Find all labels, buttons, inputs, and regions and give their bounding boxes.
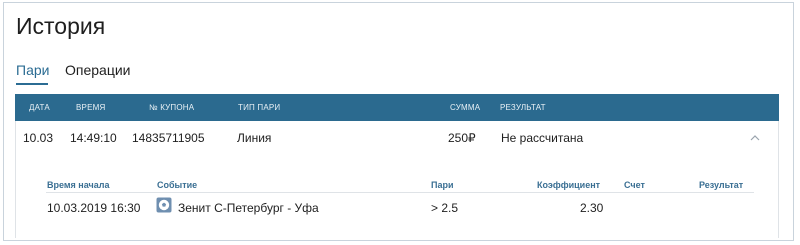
active-tab-indicator: [16, 83, 48, 85]
column-header-time[interactable]: ВРЕМЯ: [76, 103, 105, 112]
column-header-bet-type[interactable]: ТИП ПАРИ: [238, 103, 280, 112]
cell-date: 10.03: [23, 131, 54, 145]
cell-coupon: 14835711905: [132, 131, 205, 145]
chevron-up-icon[interactable]: [750, 133, 760, 143]
detail-header-odds: Коэффициент: [537, 180, 601, 190]
tab-bets[interactable]: Пари: [16, 62, 49, 78]
cell-amount: 250₽: [448, 131, 476, 145]
detail-bet: > 2.5: [431, 201, 459, 215]
detail-start-time: 10.03.2019 16:30: [47, 201, 141, 215]
column-header-result[interactable]: РЕЗУЛЬТАТ: [500, 103, 546, 112]
column-header-date[interactable]: ДАТА: [29, 103, 50, 112]
table-row[interactable]: 10.03 14:49:10 14835711905 Линия 250₽ Не…: [15, 121, 779, 238]
page-title: История: [16, 13, 106, 39]
detail-header-score: Счет: [624, 180, 645, 190]
detail-event[interactable]: Зенит С-Петербург - Уфа: [178, 201, 319, 215]
cell-time: 14:49:10: [70, 131, 117, 145]
cell-bet-type: Линия: [237, 131, 272, 145]
football-icon: [156, 197, 172, 213]
history-panel: История Пари Операции ДАТА ВРЕМЯ № КУПОН…: [3, 2, 794, 241]
column-header-coupon[interactable]: № КУПОНА: [149, 103, 194, 112]
column-header-amount[interactable]: СУММА: [450, 103, 480, 112]
detail-header-bet: Пари: [431, 180, 454, 190]
detail-odds: 2.30: [580, 201, 604, 215]
detail-header-event: Событие: [157, 180, 198, 190]
detail-header-result: Результат: [699, 180, 744, 190]
detail-divider: [46, 192, 754, 193]
tab-operations[interactable]: Операции: [65, 62, 131, 78]
cell-result: Не рассчитана: [501, 131, 584, 145]
detail-header-start-time: Время начала: [47, 180, 110, 190]
table-header: ДАТА ВРЕМЯ № КУПОНА ТИП ПАРИ СУММА РЕЗУЛ…: [15, 94, 779, 121]
